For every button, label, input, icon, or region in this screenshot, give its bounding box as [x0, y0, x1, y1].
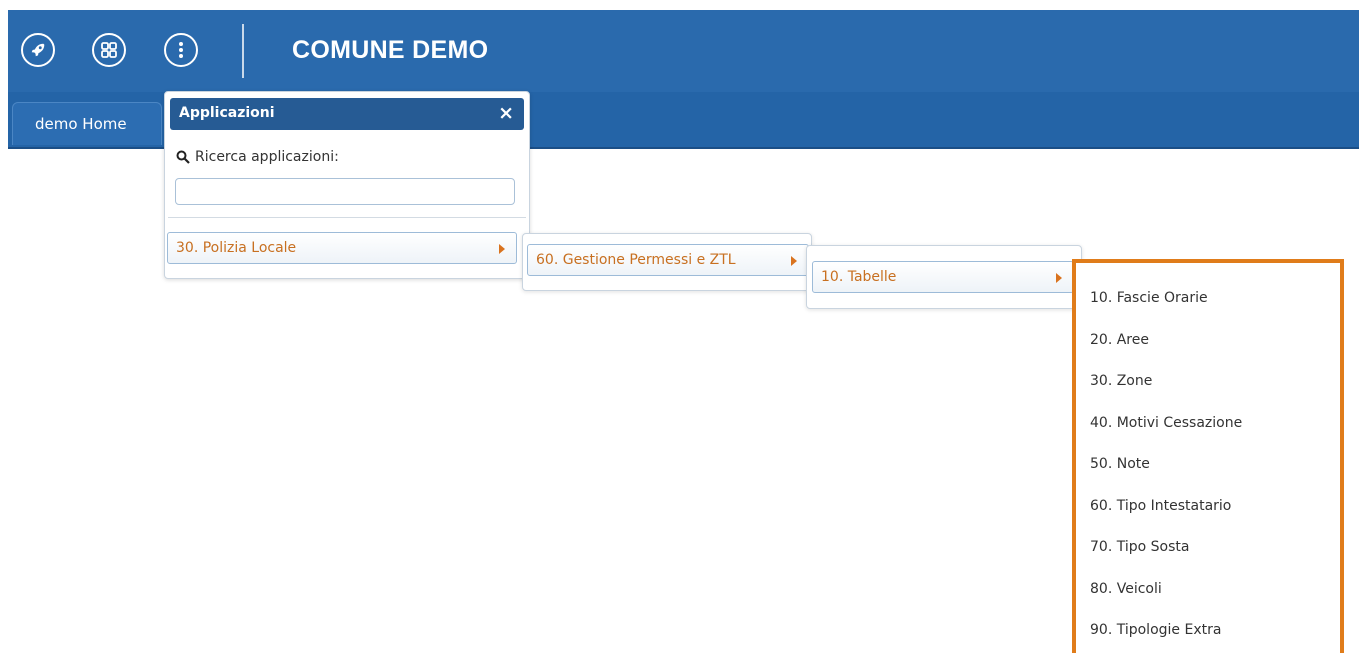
- menu-item-label: 10. Tabelle: [821, 269, 897, 285]
- menu-item-label: 30. Polizia Locale: [176, 240, 297, 256]
- list-item-aree[interactable]: 20. Aree: [1090, 332, 1149, 348]
- list-item-fascie-orarie[interactable]: 10. Fascie Orarie: [1090, 290, 1208, 306]
- header-divider: [242, 24, 244, 78]
- search-icon: [176, 150, 190, 164]
- list-item-tipo-sosta[interactable]: 70. Tipo Sosta: [1090, 539, 1189, 555]
- more-vertical-icon[interactable]: [164, 33, 198, 67]
- app-title: COMUNE DEMO: [292, 36, 489, 64]
- submenu-polizia-locale: 60. Gestione Permessi e ZTL: [522, 233, 812, 291]
- list-item-tipo-intestatario[interactable]: 60. Tipo Intestatario: [1090, 498, 1231, 514]
- list-item-tipologie-extra[interactable]: 90. Tipologie Extra: [1090, 622, 1221, 638]
- search-label: Ricerca applicazioni:: [176, 149, 339, 165]
- applications-panel: Applicazioni × Ricerca applicazioni: 30.…: [164, 91, 530, 279]
- submenu-tabelle-list: 10. Fascie Orarie 20. Aree 30. Zone 40. …: [1072, 259, 1344, 653]
- menu-item-tabelle[interactable]: 10. Tabelle: [812, 261, 1074, 293]
- applications-panel-title: Applicazioni: [179, 105, 275, 121]
- search-label-text: Ricerca applicazioni:: [195, 149, 339, 165]
- menu-item-label: 60. Gestione Permessi e ZTL: [536, 252, 736, 268]
- panel-divider: [168, 217, 526, 218]
- tab-demo-home[interactable]: demo Home: [12, 102, 162, 145]
- close-icon[interactable]: ×: [498, 102, 514, 124]
- submenu-gestione-permessi: 10. Tabelle: [806, 245, 1082, 309]
- list-item-zone[interactable]: 30. Zone: [1090, 373, 1152, 389]
- list-item-veicoli[interactable]: 80. Veicoli: [1090, 581, 1162, 597]
- top-header-bar: COMUNE DEMO: [8, 10, 1359, 92]
- caret-right-icon: [791, 256, 797, 266]
- caret-right-icon: [499, 244, 505, 254]
- menu-item-gestione-permessi[interactable]: 60. Gestione Permessi e ZTL: [527, 244, 809, 276]
- list-item-note[interactable]: 50. Note: [1090, 456, 1150, 472]
- caret-right-icon: [1056, 273, 1062, 283]
- applications-panel-header: Applicazioni ×: [170, 98, 524, 130]
- rocket-icon[interactable]: [21, 33, 55, 67]
- list-item-motivi-cessazione[interactable]: 40. Motivi Cessazione: [1090, 415, 1242, 431]
- search-input[interactable]: [175, 178, 515, 205]
- menu-item-polizia-locale[interactable]: 30. Polizia Locale: [167, 232, 517, 264]
- grid-icon[interactable]: [92, 33, 126, 67]
